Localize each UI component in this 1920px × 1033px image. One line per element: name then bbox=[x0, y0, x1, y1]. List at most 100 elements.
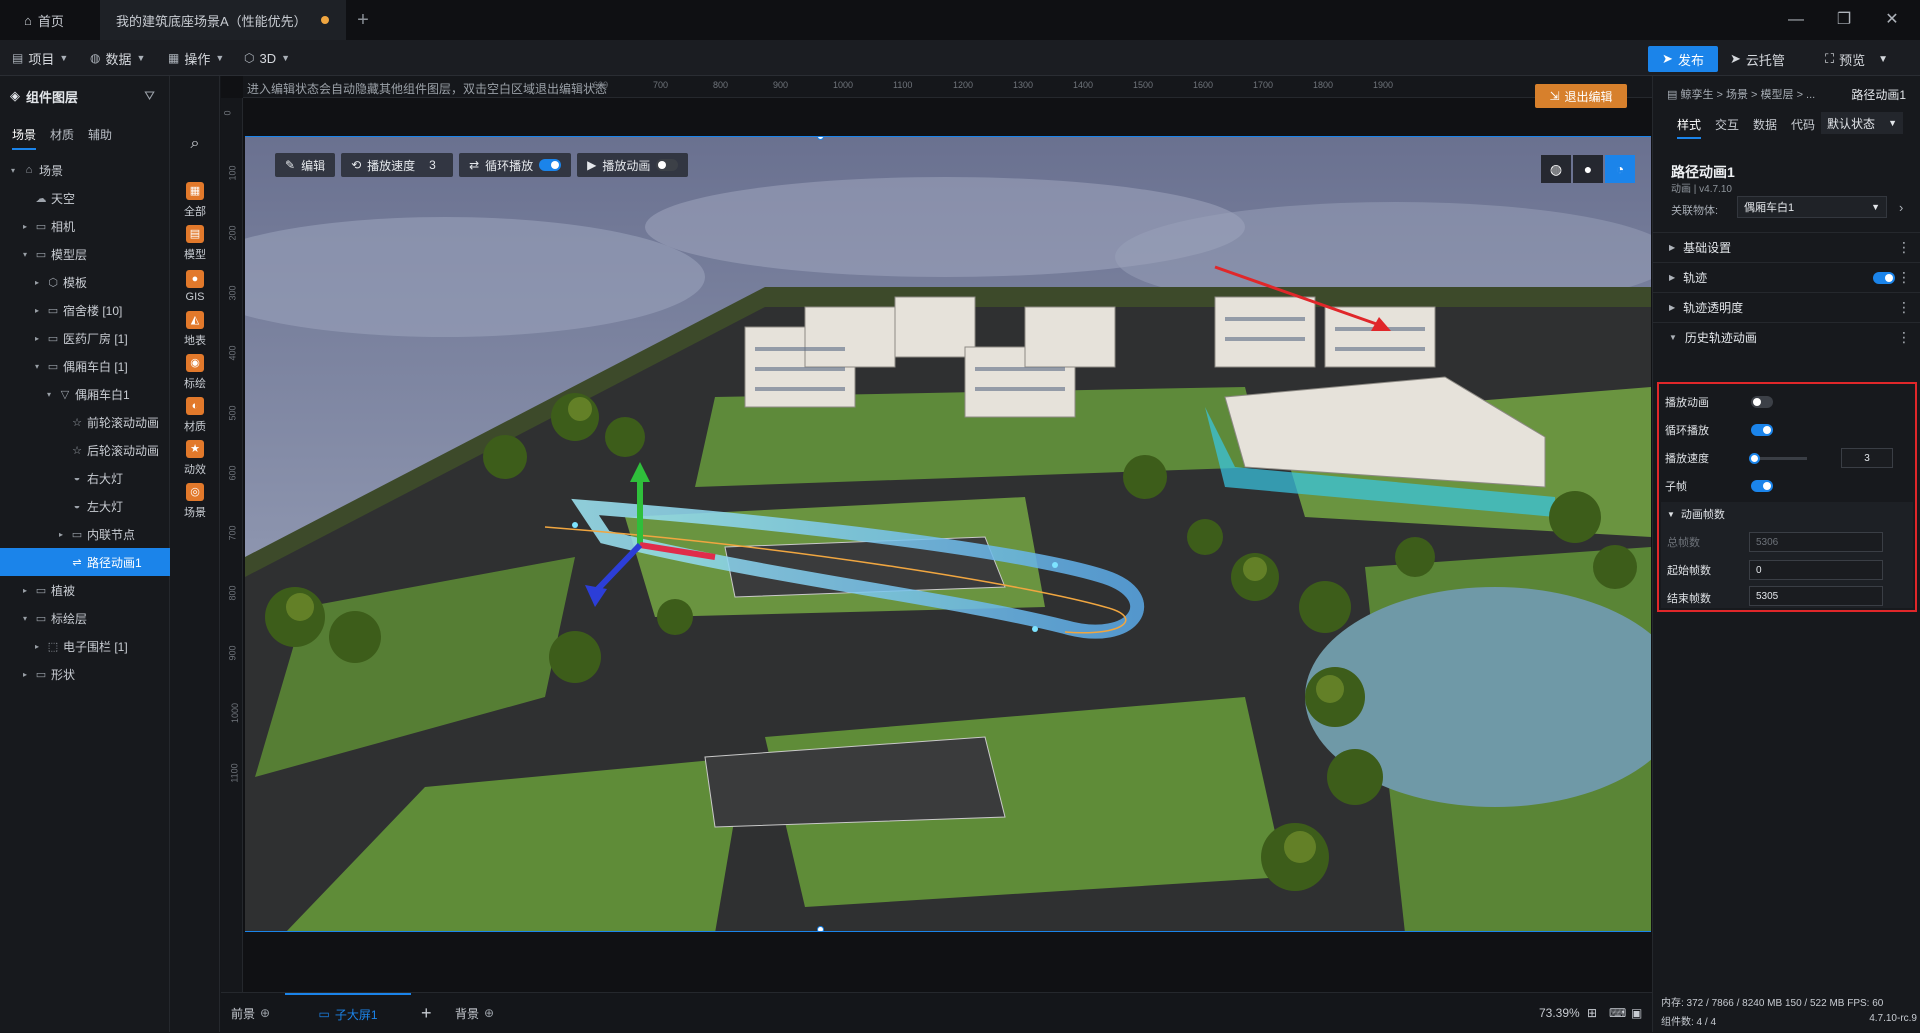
tool-item[interactable]: ◉ 标绘 bbox=[170, 348, 220, 396]
tool-item[interactable]: ◎ 场景 bbox=[170, 477, 220, 525]
track-toggle[interactable] bbox=[1873, 271, 1895, 284]
tree-item[interactable]: ▸ ▭ 医药厂房 [1] bbox=[0, 324, 170, 352]
tree-item[interactable]: ☆ 前轮滚动动画 bbox=[0, 408, 170, 436]
tree-item[interactable]: ⇌ 路径动画1 bbox=[0, 548, 170, 576]
expand-arrow-icon[interactable]: ▸ bbox=[32, 278, 42, 287]
tree-item[interactable]: ◒ 右大灯 bbox=[0, 464, 170, 492]
expand-arrow-icon[interactable]: ▸ bbox=[20, 586, 30, 595]
minimize-icon[interactable]: — bbox=[1784, 8, 1808, 32]
frames-header[interactable]: ▼ 动画帧数 bbox=[1667, 502, 1917, 526]
related-object-select[interactable]: 偶厢车白1 ▼ bbox=[1737, 196, 1887, 218]
expand-arrow-icon[interactable]: ▸ bbox=[32, 334, 42, 343]
expand-arrow-icon[interactable]: ▾ bbox=[20, 250, 30, 259]
tree-item[interactable]: ▾ ▭ 模型层 bbox=[0, 240, 170, 268]
tree-item[interactable]: ☆ 后轮滚动动画 bbox=[0, 436, 170, 464]
tool-item[interactable]: ● GIS bbox=[170, 262, 220, 310]
editor-canvas[interactable]: 600 700 800 900 1000 1100 1200 1300 1400 1500 1600… bbox=[221, 76, 1652, 992]
more-icon[interactable]: ⋮ bbox=[1897, 329, 1911, 346]
play-animation-toggle[interactable] bbox=[1751, 396, 1773, 408]
expand-arrow-icon[interactable]: ▸ bbox=[56, 530, 66, 539]
start-frame-input[interactable]: 0 bbox=[1749, 560, 1883, 580]
subframe-toggle[interactable] bbox=[1751, 480, 1773, 492]
tree-item[interactable]: ▸ ▭ 内联节点 bbox=[0, 520, 170, 548]
expand-arrow-icon[interactable]: ▸ bbox=[32, 306, 42, 315]
globe-icon[interactable]: ◍ bbox=[1541, 155, 1571, 183]
expand-arrow-icon[interactable]: ▾ bbox=[20, 614, 30, 623]
menu-project[interactable]: ▤ 项目 ▼ bbox=[12, 40, 68, 76]
tree-item[interactable]: ▸ ▭ 相机 bbox=[0, 212, 170, 240]
tab-scene[interactable]: 我的建筑底座场景A（性能优先） bbox=[100, 0, 346, 40]
expand-arrow-icon[interactable]: ▾ bbox=[32, 362, 42, 371]
sphere-icon[interactable]: ● bbox=[1573, 155, 1603, 183]
section-track-opacity[interactable]: ▶ 轨迹透明度 ⋮ bbox=[1653, 292, 1920, 322]
tool-item[interactable]: ★ 动效 bbox=[170, 434, 220, 482]
tab-code[interactable]: 代码 bbox=[1791, 116, 1815, 139]
3d-scene-view[interactable]: ✎ 编辑 ⟲ 播放速度 3 ⇄ 循环播放 ▶ 播放动画 ◍ ● ◔ bbox=[245, 136, 1651, 932]
restore-icon[interactable]: ❐ bbox=[1832, 8, 1856, 32]
preview-button[interactable]: ⛶ 预览 ▼ bbox=[1825, 46, 1888, 72]
expand-arrow-icon[interactable]: ▸ bbox=[20, 670, 30, 679]
more-icon[interactable]: ⋮ bbox=[1897, 239, 1911, 256]
screen-tab[interactable]: ▭ 子大屏1 bbox=[285, 993, 411, 1033]
section-history-animation[interactable]: ▼ 历史轨迹动画 ⋮ bbox=[1653, 322, 1920, 352]
tree-item[interactable]: ◒ 左大灯 bbox=[0, 492, 170, 520]
play-control[interactable]: ▶ 播放动画 bbox=[577, 153, 689, 177]
loop-control[interactable]: ⇄ 循环播放 bbox=[459, 153, 572, 177]
tool-item[interactable]: ▦ 全部 bbox=[170, 176, 220, 224]
expand-arrow-icon[interactable]: ▾ bbox=[44, 390, 54, 399]
tab-data[interactable]: 数据 bbox=[1753, 116, 1777, 139]
orbit-icon[interactable]: ◔ bbox=[1605, 155, 1635, 183]
add-tab-button[interactable]: + bbox=[348, 0, 378, 40]
tree-item[interactable]: ▾ ▭ 偶厢车白 [1] bbox=[0, 352, 170, 380]
tab-home[interactable]: ⌂ 首页 bbox=[24, 0, 64, 40]
tab-scene-layer[interactable]: 场景 bbox=[12, 126, 37, 150]
close-icon[interactable]: ✕ bbox=[1880, 8, 1904, 32]
tree-item[interactable]: ☁ 天空 bbox=[0, 184, 170, 212]
section-basic[interactable]: ▶ 基础设置 ⋮ bbox=[1653, 232, 1920, 262]
chevron-right-icon[interactable]: › bbox=[1899, 200, 1903, 215]
zoom-level[interactable]: 73.39% bbox=[1539, 993, 1580, 1033]
selection-handle[interactable] bbox=[817, 926, 824, 931]
breadcrumb[interactable]: ▤ 鲸孪生 > 场景 > 模型层 > ... bbox=[1667, 86, 1815, 102]
section-track[interactable]: ▶ 轨迹 ⋮ bbox=[1653, 262, 1920, 292]
tab-style[interactable]: 样式 bbox=[1677, 116, 1702, 139]
filter-icon[interactable]: ⛛ bbox=[144, 88, 155, 104]
state-select[interactable]: 默认状态 ▼ bbox=[1821, 112, 1903, 134]
keyboard-icon[interactable]: ⌨ bbox=[1609, 993, 1626, 1033]
tab-material[interactable]: 材质 bbox=[50, 126, 74, 150]
tree-item[interactable]: ▸ ▭ 形状 bbox=[0, 660, 170, 688]
tool-search[interactable]: ⌕ bbox=[170, 120, 220, 168]
tree-item[interactable]: ▸ ▭ 植被 bbox=[0, 576, 170, 604]
loop-toggle[interactable] bbox=[539, 159, 562, 171]
tab-interaction[interactable]: 交互 bbox=[1715, 116, 1739, 139]
expand-arrow-icon[interactable]: ▸ bbox=[20, 222, 30, 231]
menu-3d[interactable]: ⬡ 3D ▼ bbox=[244, 40, 290, 76]
speed-slider-thumb[interactable] bbox=[1749, 453, 1760, 464]
tree-item[interactable]: ▸ ▭ 宿舍楼 [10] bbox=[0, 296, 170, 324]
tool-item[interactable]: ◐ 材质 bbox=[170, 391, 220, 439]
publish-button[interactable]: ➤ 发布 bbox=[1648, 46, 1718, 72]
more-icon[interactable]: ⋮ bbox=[1897, 299, 1911, 316]
cloud-button[interactable]: ➤ 云托管 bbox=[1730, 46, 1785, 72]
terminal-icon[interactable]: ▣ bbox=[1631, 993, 1642, 1033]
tree-item[interactable]: ▸ ⬡ 模板 bbox=[0, 268, 170, 296]
speed-control[interactable]: ⟲ 播放速度 3 bbox=[341, 153, 454, 177]
loop-play-toggle[interactable] bbox=[1751, 424, 1773, 436]
play-toggle[interactable] bbox=[656, 159, 679, 171]
tree-item[interactable]: ▸ ⬚ 电子围栏 [1] bbox=[0, 632, 170, 660]
menu-data[interactable]: ◍ 数据 ▼ bbox=[90, 40, 145, 76]
tool-item[interactable]: ▤ 模型 bbox=[170, 219, 220, 267]
menu-operate[interactable]: ▦ 操作 ▼ bbox=[168, 40, 224, 76]
back-layer-button[interactable]: 背景 ⊕ bbox=[455, 993, 494, 1033]
end-frame-input[interactable]: 5305 bbox=[1749, 586, 1883, 606]
exit-edit-button[interactable]: ⇲ 退出编辑 bbox=[1535, 84, 1627, 108]
tree-item[interactable]: ▾ ▭ 标绘层 bbox=[0, 604, 170, 632]
edit-button[interactable]: ✎ 编辑 bbox=[275, 153, 336, 177]
speed-input[interactable]: 3 bbox=[1841, 448, 1893, 468]
expand-arrow-icon[interactable]: ▸ bbox=[32, 642, 42, 651]
more-icon[interactable]: ⋮ bbox=[1897, 269, 1911, 286]
tree-item[interactable]: ▾ ⌂ 场景 bbox=[0, 156, 170, 184]
fit-icon[interactable]: ⊞ bbox=[1587, 993, 1597, 1033]
expand-arrow-icon[interactable]: ▾ bbox=[8, 166, 18, 175]
add-screen-button[interactable]: + bbox=[421, 993, 432, 1033]
